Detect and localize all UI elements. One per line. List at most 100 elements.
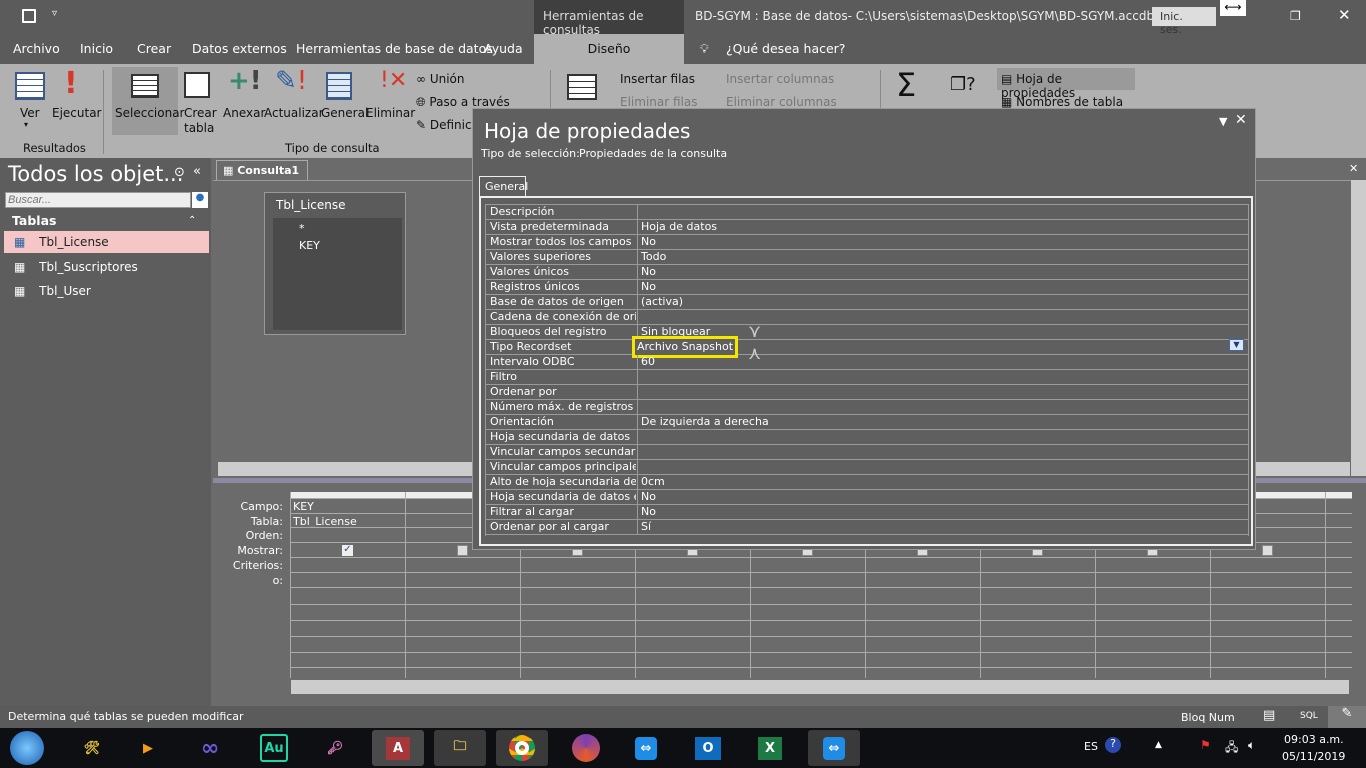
property-row[interactable]: Orientación De izquierda a derecha — [486, 415, 1248, 430]
property-value[interactable]: 60 — [641, 355, 655, 369]
tab-inicio[interactable]: Inicio — [80, 41, 113, 56]
nav-title[interactable]: Todos los objet... — [8, 162, 183, 186]
file-explorer-icon[interactable]: 🗀 — [434, 730, 486, 766]
tab-general[interactable]: General — [479, 176, 528, 196]
start-button[interactable] — [2, 730, 52, 766]
eliminar-columnas-button[interactable]: Eliminar columnas — [726, 95, 837, 109]
property-value[interactable]: (activa) — [641, 295, 683, 309]
ejecutar-button[interactable]: Ejecutar — [52, 106, 102, 120]
anexar-button[interactable]: Anexar — [223, 106, 265, 120]
property-row[interactable]: Base de datos de origen (activa) — [486, 295, 1248, 310]
property-row[interactable]: Ordenar por — [486, 385, 1248, 400]
campo-cell-1[interactable]: KEY — [293, 500, 314, 513]
property-row[interactable]: Hoja secundaria de datos ex No — [486, 490, 1248, 505]
firefox-icon[interactable] — [566, 730, 606, 766]
property-value[interactable]: No — [641, 280, 656, 294]
property-row[interactable]: Intervalo ODBC 60 — [486, 355, 1248, 370]
property-row[interactable]: Valores únicos No — [486, 265, 1248, 280]
ver-button[interactable]: Ver — [20, 106, 40, 120]
close-doc-icon[interactable]: ✕ — [1349, 162, 1358, 175]
property-value[interactable]: Sí — [641, 520, 651, 534]
tray-expand-icon[interactable]: ▲ — [1155, 740, 1162, 750]
property-row[interactable]: Mostrar todos los campos No — [486, 235, 1248, 250]
property-value[interactable]: Todo — [641, 250, 666, 264]
vertical-scrollbar-upper[interactable] — [1351, 180, 1366, 476]
design-view-icon[interactable]: ✎ — [1328, 706, 1366, 728]
teamviewer-icon[interactable]: ⇔ — [626, 730, 666, 766]
network-icon[interactable]: 🖧︎ — [1225, 738, 1238, 759]
tab-datos-externos[interactable]: Datos externos — [192, 41, 287, 56]
mostrar-checkbox[interactable] — [457, 545, 468, 556]
insertar-filas-button[interactable]: Insertar filas — [620, 72, 695, 86]
field-key[interactable]: KEY — [273, 235, 402, 252]
tab-herramientas-bd[interactable]: Herramientas de base de datos — [296, 41, 493, 56]
field-all[interactable]: * — [273, 218, 402, 235]
tab-archivo[interactable]: Archivo — [13, 41, 60, 56]
property-value[interactable]: No — [641, 505, 656, 519]
property-row[interactable]: Valores superiores Todo — [486, 250, 1248, 265]
sql-view-button[interactable]: SQL — [1300, 711, 1318, 721]
tab-diseno[interactable]: Diseño — [534, 34, 684, 64]
nombres-tabla-button[interactable]: ▦ Nombres de tabla — [1001, 95, 1123, 109]
property-row[interactable]: Ordenar por al cargar Sí — [486, 520, 1248, 535]
property-row[interactable]: Vincular campos principales — [486, 460, 1248, 475]
save-icon[interactable] — [22, 9, 36, 23]
actualizar-button[interactable]: Actualizar — [264, 106, 324, 120]
recordset-dropdown-button[interactable]: ▼ — [1229, 339, 1244, 351]
eliminar-filas-button[interactable]: Eliminar filas — [620, 95, 697, 109]
property-row[interactable]: Vincular campos secundarios — [486, 445, 1248, 460]
property-row[interactable]: Descripción — [486, 205, 1248, 220]
property-row[interactable]: Vista predeterminada Hoja de datos — [486, 220, 1248, 235]
show-table-icon[interactable] — [567, 74, 597, 100]
horizontal-scrollbar-lower[interactable] — [291, 680, 1349, 694]
collapse-nav-icon[interactable]: « — [193, 164, 201, 179]
property-value[interactable]: No — [641, 490, 656, 504]
audition-icon[interactable]: Au — [260, 734, 288, 762]
sheet-menu-icon[interactable]: ▼ — [1219, 115, 1227, 128]
table-box-tbl-license[interactable]: Tbl_License * KEY — [264, 192, 406, 335]
language-indicator[interactable]: ES — [1084, 740, 1098, 753]
tools-app-icon[interactable]: 🛠︎ — [72, 730, 112, 766]
nav-item-tbl-user[interactable]: ▦ Tbl_User — [4, 280, 101, 302]
clock-date[interactable]: 05/11/2019 — [1282, 750, 1345, 763]
infinity-app-icon[interactable]: ∞ — [190, 730, 230, 766]
customize-qat-icon[interactable]: ▿ — [52, 8, 57, 19]
search-input[interactable] — [5, 192, 191, 208]
doc-tab-consulta1[interactable]: ▦ Consulta1 — [216, 160, 308, 180]
restore-button[interactable]: ❐ — [1290, 9, 1301, 23]
tab-ayuda[interactable]: Ayuda — [484, 41, 523, 56]
union-button[interactable]: ∞ Unión — [416, 72, 464, 86]
property-row[interactable]: Tipo Recordset Archivo Snapshot — [486, 336, 1248, 358]
search-icon[interactable]: ● — [192, 192, 208, 208]
nav-item-tbl-suscriptores[interactable]: ▦ Tbl_Suscriptores — [4, 256, 148, 278]
volume-icon[interactable]: 🔈︎ — [1248, 738, 1255, 753]
property-value[interactable]: Hoja de datos — [641, 220, 717, 234]
mostrar-checkbox-1[interactable]: ✓ — [342, 545, 353, 556]
section-tablas[interactable]: Tablas — [12, 213, 56, 228]
nav-menu-icon[interactable]: ⊙ — [174, 165, 185, 180]
chrome-icon[interactable] — [496, 730, 548, 766]
property-value[interactable]: No — [641, 265, 656, 279]
clock-time[interactable]: 09:03 a.m. — [1284, 733, 1344, 746]
property-value[interactable]: 0cm — [641, 475, 665, 489]
hoja-propiedades-button[interactable]: ▤ Hoja de propiedades — [997, 68, 1135, 100]
general-button[interactable]: General — [321, 106, 368, 120]
property-row[interactable]: Bloqueos del registro Sin bloquear — [486, 325, 1248, 340]
collapse-section-icon[interactable]: ⌃ — [188, 215, 196, 226]
outlook-icon[interactable]: O — [688, 730, 728, 766]
tell-me-input[interactable]: ¿Qué desea hacer? — [726, 41, 845, 56]
property-row[interactable]: Número máx. de registros — [486, 400, 1248, 415]
eliminar-button[interactable]: Eliminar — [366, 106, 415, 120]
property-row[interactable]: Filtro — [486, 370, 1248, 385]
crear-tabla-button[interactable]: Crear tabla — [184, 106, 217, 136]
property-row[interactable]: Filtrar al cargar No — [486, 505, 1248, 520]
close-sheet-icon[interactable]: ✕ — [1235, 112, 1247, 128]
tab-crear[interactable]: Crear — [137, 41, 171, 56]
parameters-icon[interactable]: ❐? — [950, 74, 976, 95]
media-player-icon[interactable]: ▶ — [128, 730, 168, 766]
nav-item-tbl-license[interactable]: ▦ Tbl_License — [4, 231, 209, 253]
datasheet-view-icon[interactable]: ▤ — [1263, 708, 1275, 723]
close-window-button[interactable]: ✕ — [1338, 6, 1351, 24]
insertar-columnas-button[interactable]: Insertar columnas — [726, 72, 834, 86]
help-icon[interactable]: ? — [1105, 737, 1121, 753]
